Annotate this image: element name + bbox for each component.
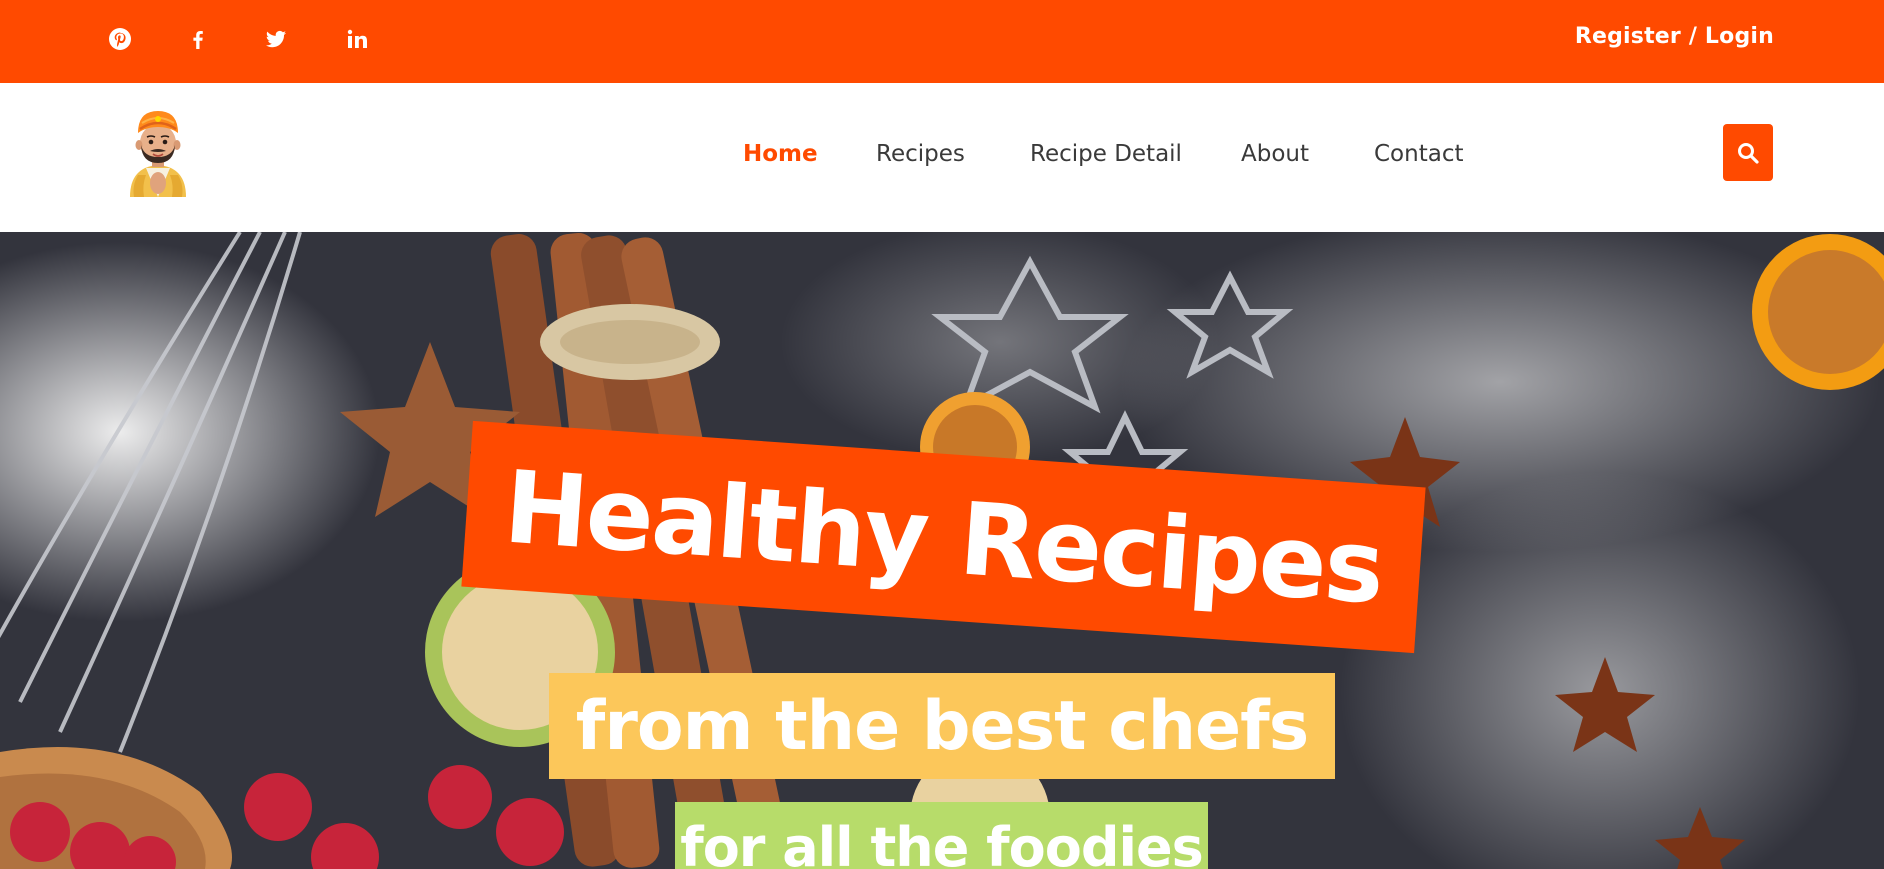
linkedin-icon[interactable] bbox=[344, 26, 370, 52]
main-navbar: Home Recipes Recipe Detail About Contact bbox=[0, 83, 1884, 232]
hero-banner: Healthy Recipes from the best chefs for … bbox=[0, 232, 1884, 869]
chef-mascot-logo[interactable] bbox=[124, 105, 192, 201]
search-icon bbox=[1738, 142, 1759, 164]
nav-item-recipes[interactable]: Recipes bbox=[876, 141, 965, 167]
hero-tagline: for all the foodies bbox=[675, 802, 1208, 869]
facebook-icon[interactable] bbox=[185, 26, 211, 52]
search-button[interactable] bbox=[1723, 124, 1773, 181]
nav-item-about[interactable]: About bbox=[1241, 141, 1309, 167]
register-login-link[interactable]: Register / Login bbox=[1575, 24, 1774, 49]
nav-item-home[interactable]: Home bbox=[743, 141, 818, 167]
twitter-icon[interactable] bbox=[263, 26, 289, 52]
nav-item-contact[interactable]: Contact bbox=[1374, 141, 1463, 167]
nav-item-recipe-detail[interactable]: Recipe Detail bbox=[1030, 141, 1182, 167]
hero-subline: from the best chefs bbox=[549, 673, 1335, 779]
chef-mascot-icon bbox=[130, 111, 186, 197]
top-bar: Register / Login bbox=[0, 0, 1884, 83]
pinterest-icon[interactable] bbox=[107, 26, 133, 52]
